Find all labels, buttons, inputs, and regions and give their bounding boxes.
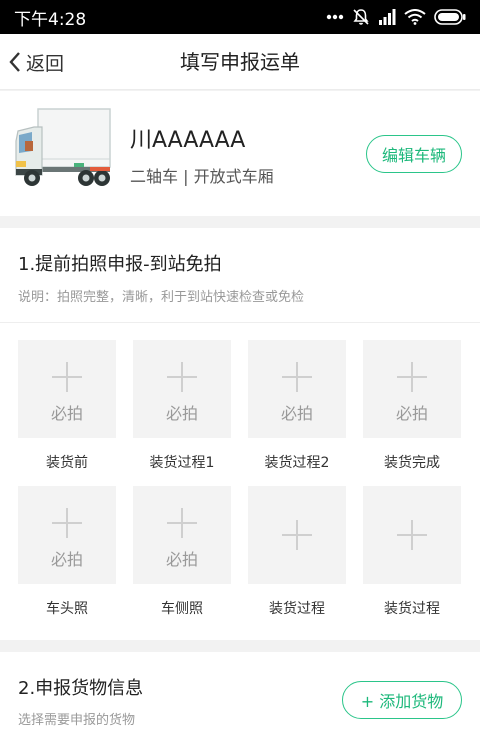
photo-slot[interactable]: 必拍 车侧照 — [133, 486, 231, 618]
required-label: 必拍 — [395, 404, 428, 423]
photo-caption: 装货过程1 — [149, 455, 215, 471]
photo-slot[interactable]: 必拍 装货过程1 — [133, 340, 231, 472]
photo-upload-box[interactable] — [363, 486, 461, 584]
plus-icon — [397, 520, 427, 550]
truck-icon — [15, 108, 111, 186]
plus-icon — [52, 508, 82, 538]
required-label: 必拍 — [165, 404, 198, 423]
photo-caption: 装货前 — [46, 455, 88, 471]
photo-upload-box[interactable] — [248, 486, 346, 584]
photo-slot[interactable]: 必拍 装货前 — [18, 340, 116, 472]
required-label: 必拍 — [165, 550, 198, 569]
photo-caption: 车侧照 — [161, 601, 203, 617]
vehicle-plate: 川AAAAAA — [130, 128, 246, 153]
plus-icon — [282, 362, 312, 392]
photo-slot[interactable]: 必拍 装货完成 — [363, 340, 461, 472]
mute-bell-icon — [353, 9, 369, 25]
back-button[interactable]: 返回 — [8, 34, 64, 90]
photo-slot[interactable]: 必拍 装货过程2 — [248, 340, 346, 472]
divider — [0, 322, 480, 323]
status-time: 下午4:28 — [14, 9, 87, 30]
photo-upload-box[interactable]: 必拍 — [363, 340, 461, 438]
photo-upload-box[interactable]: 必拍 — [248, 340, 346, 438]
photo-section-title: 1.提前拍照申报-到站免拍 — [18, 254, 222, 275]
plus-icon — [167, 508, 197, 538]
plus-icon — [167, 362, 197, 392]
nav-bar: 返回 填写申报运单 — [0, 34, 480, 90]
page-title: 填写申报运单 — [180, 50, 300, 74]
photo-upload-box[interactable]: 必拍 — [18, 486, 116, 584]
vehicle-description: 二轴车 | 开放式车厢 — [130, 167, 274, 186]
status-bar: 下午4:28 — [0, 0, 480, 34]
photo-caption: 装货过程 — [269, 601, 325, 617]
required-label: 必拍 — [50, 404, 83, 423]
add-cargo-button[interactable]: + 添加货物 — [342, 681, 462, 719]
photo-caption: 装货完成 — [384, 455, 440, 471]
photo-upload-box[interactable]: 必拍 — [133, 340, 231, 438]
status-icons — [326, 8, 466, 26]
battery-icon — [434, 9, 466, 25]
wifi-icon — [404, 9, 426, 25]
plus-icon — [282, 520, 312, 550]
photo-upload-box[interactable]: 必拍 — [18, 340, 116, 438]
photo-slot[interactable]: 必拍 车头照 — [18, 486, 116, 618]
more-dots-icon — [326, 14, 344, 20]
cargo-section-title: 2.申报货物信息 — [18, 678, 144, 699]
cargo-section-note: 选择需要申报的货物 — [18, 713, 136, 728]
photo-section-note: 说明：拍照完整，清晰，利于到站快速检查或免检 — [18, 290, 305, 305]
edit-vehicle-button[interactable]: 编辑车辆 — [366, 135, 462, 173]
signal-icon — [379, 9, 396, 25]
photo-slot[interactable]: 装货过程 — [248, 486, 346, 618]
plus-icon — [52, 362, 82, 392]
photo-caption: 装货过程 — [384, 601, 440, 617]
photo-slot[interactable]: 装货过程 — [363, 486, 461, 618]
required-label: 必拍 — [280, 404, 313, 423]
chevron-left-icon — [9, 52, 20, 72]
required-label: 必拍 — [50, 550, 83, 569]
photo-caption: 装货过程2 — [264, 455, 330, 471]
photo-caption: 车头照 — [46, 601, 88, 617]
back-label: 返回 — [26, 52, 65, 75]
photo-upload-box[interactable]: 必拍 — [133, 486, 231, 584]
plus-icon — [397, 362, 427, 392]
